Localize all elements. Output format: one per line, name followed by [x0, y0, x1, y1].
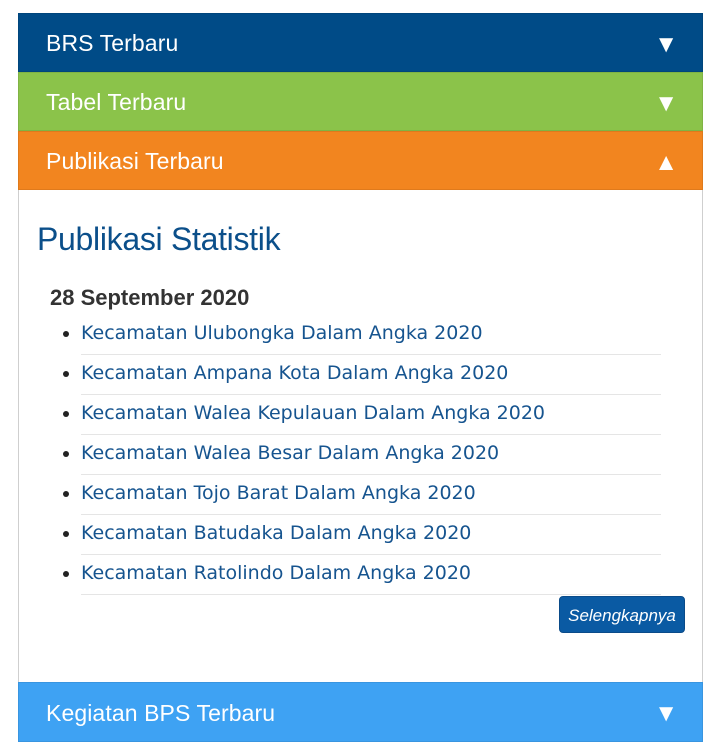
accordion-title: Publikasi Terbaru — [46, 148, 224, 174]
list-item: Kecamatan Ulubongka Dalam Angka 2020 — [81, 315, 661, 355]
list-item: Kecamatan Ratolindo Dalam Angka 2020 — [81, 555, 661, 595]
list-item: Kecamatan Ampana Kota Dalam Angka 2020 — [81, 355, 661, 395]
publication-link[interactable]: Kecamatan Walea Besar Dalam Angka 2020 — [81, 442, 499, 464]
chevron-down-icon: ▼ — [654, 31, 678, 58]
accordion-header-publikasi[interactable]: Publikasi Terbaru ▲ — [18, 131, 703, 190]
publication-link[interactable]: Kecamatan Tojo Barat Dalam Angka 2020 — [81, 482, 476, 504]
publication-link[interactable]: Kecamatan Walea Kepulauan Dalam Angka 20… — [81, 402, 545, 424]
accordion-title: Kegiatan BPS Terbaru — [46, 700, 276, 726]
list-item: Kecamatan Batudaka Dalam Angka 2020 — [81, 515, 661, 555]
list-item: Kecamatan Walea Kepulauan Dalam Angka 20… — [81, 395, 661, 435]
publication-link[interactable]: Kecamatan Ratolindo Dalam Angka 2020 — [81, 562, 471, 584]
news-accordion: BRS Terbaru ▼ Tabel Terbaru ▼ Publikasi … — [18, 13, 703, 742]
section-title: Publikasi Statistik — [37, 221, 281, 257]
accordion-header-kegiatan[interactable]: Kegiatan BPS Terbaru ▼ — [18, 682, 703, 742]
publication-date: 28 September 2020 — [50, 285, 250, 310]
chevron-up-icon: ▲ — [654, 149, 678, 176]
accordion-title: BRS Terbaru — [46, 30, 179, 56]
more-button[interactable]: Selengkapnya — [559, 596, 685, 633]
accordion-header-brs[interactable]: BRS Terbaru ▼ — [18, 13, 703, 72]
accordion-header-tabel[interactable]: Tabel Terbaru ▼ — [18, 72, 703, 131]
chevron-down-icon: ▼ — [654, 90, 678, 117]
publication-list: Kecamatan Ulubongka Dalam Angka 2020 Kec… — [61, 315, 661, 595]
list-item: Kecamatan Tojo Barat Dalam Angka 2020 — [81, 475, 661, 515]
publication-link[interactable]: Kecamatan Batudaka Dalam Angka 2020 — [81, 522, 471, 544]
publication-link[interactable]: Kecamatan Ampana Kota Dalam Angka 2020 — [81, 362, 508, 384]
publikasi-panel: Publikasi Statistik 28 September 2020 Ke… — [18, 190, 703, 682]
chevron-down-icon: ▼ — [654, 700, 678, 727]
list-item: Kecamatan Walea Besar Dalam Angka 2020 — [81, 435, 661, 475]
publication-link[interactable]: Kecamatan Ulubongka Dalam Angka 2020 — [81, 322, 483, 344]
accordion-title: Tabel Terbaru — [46, 89, 187, 115]
